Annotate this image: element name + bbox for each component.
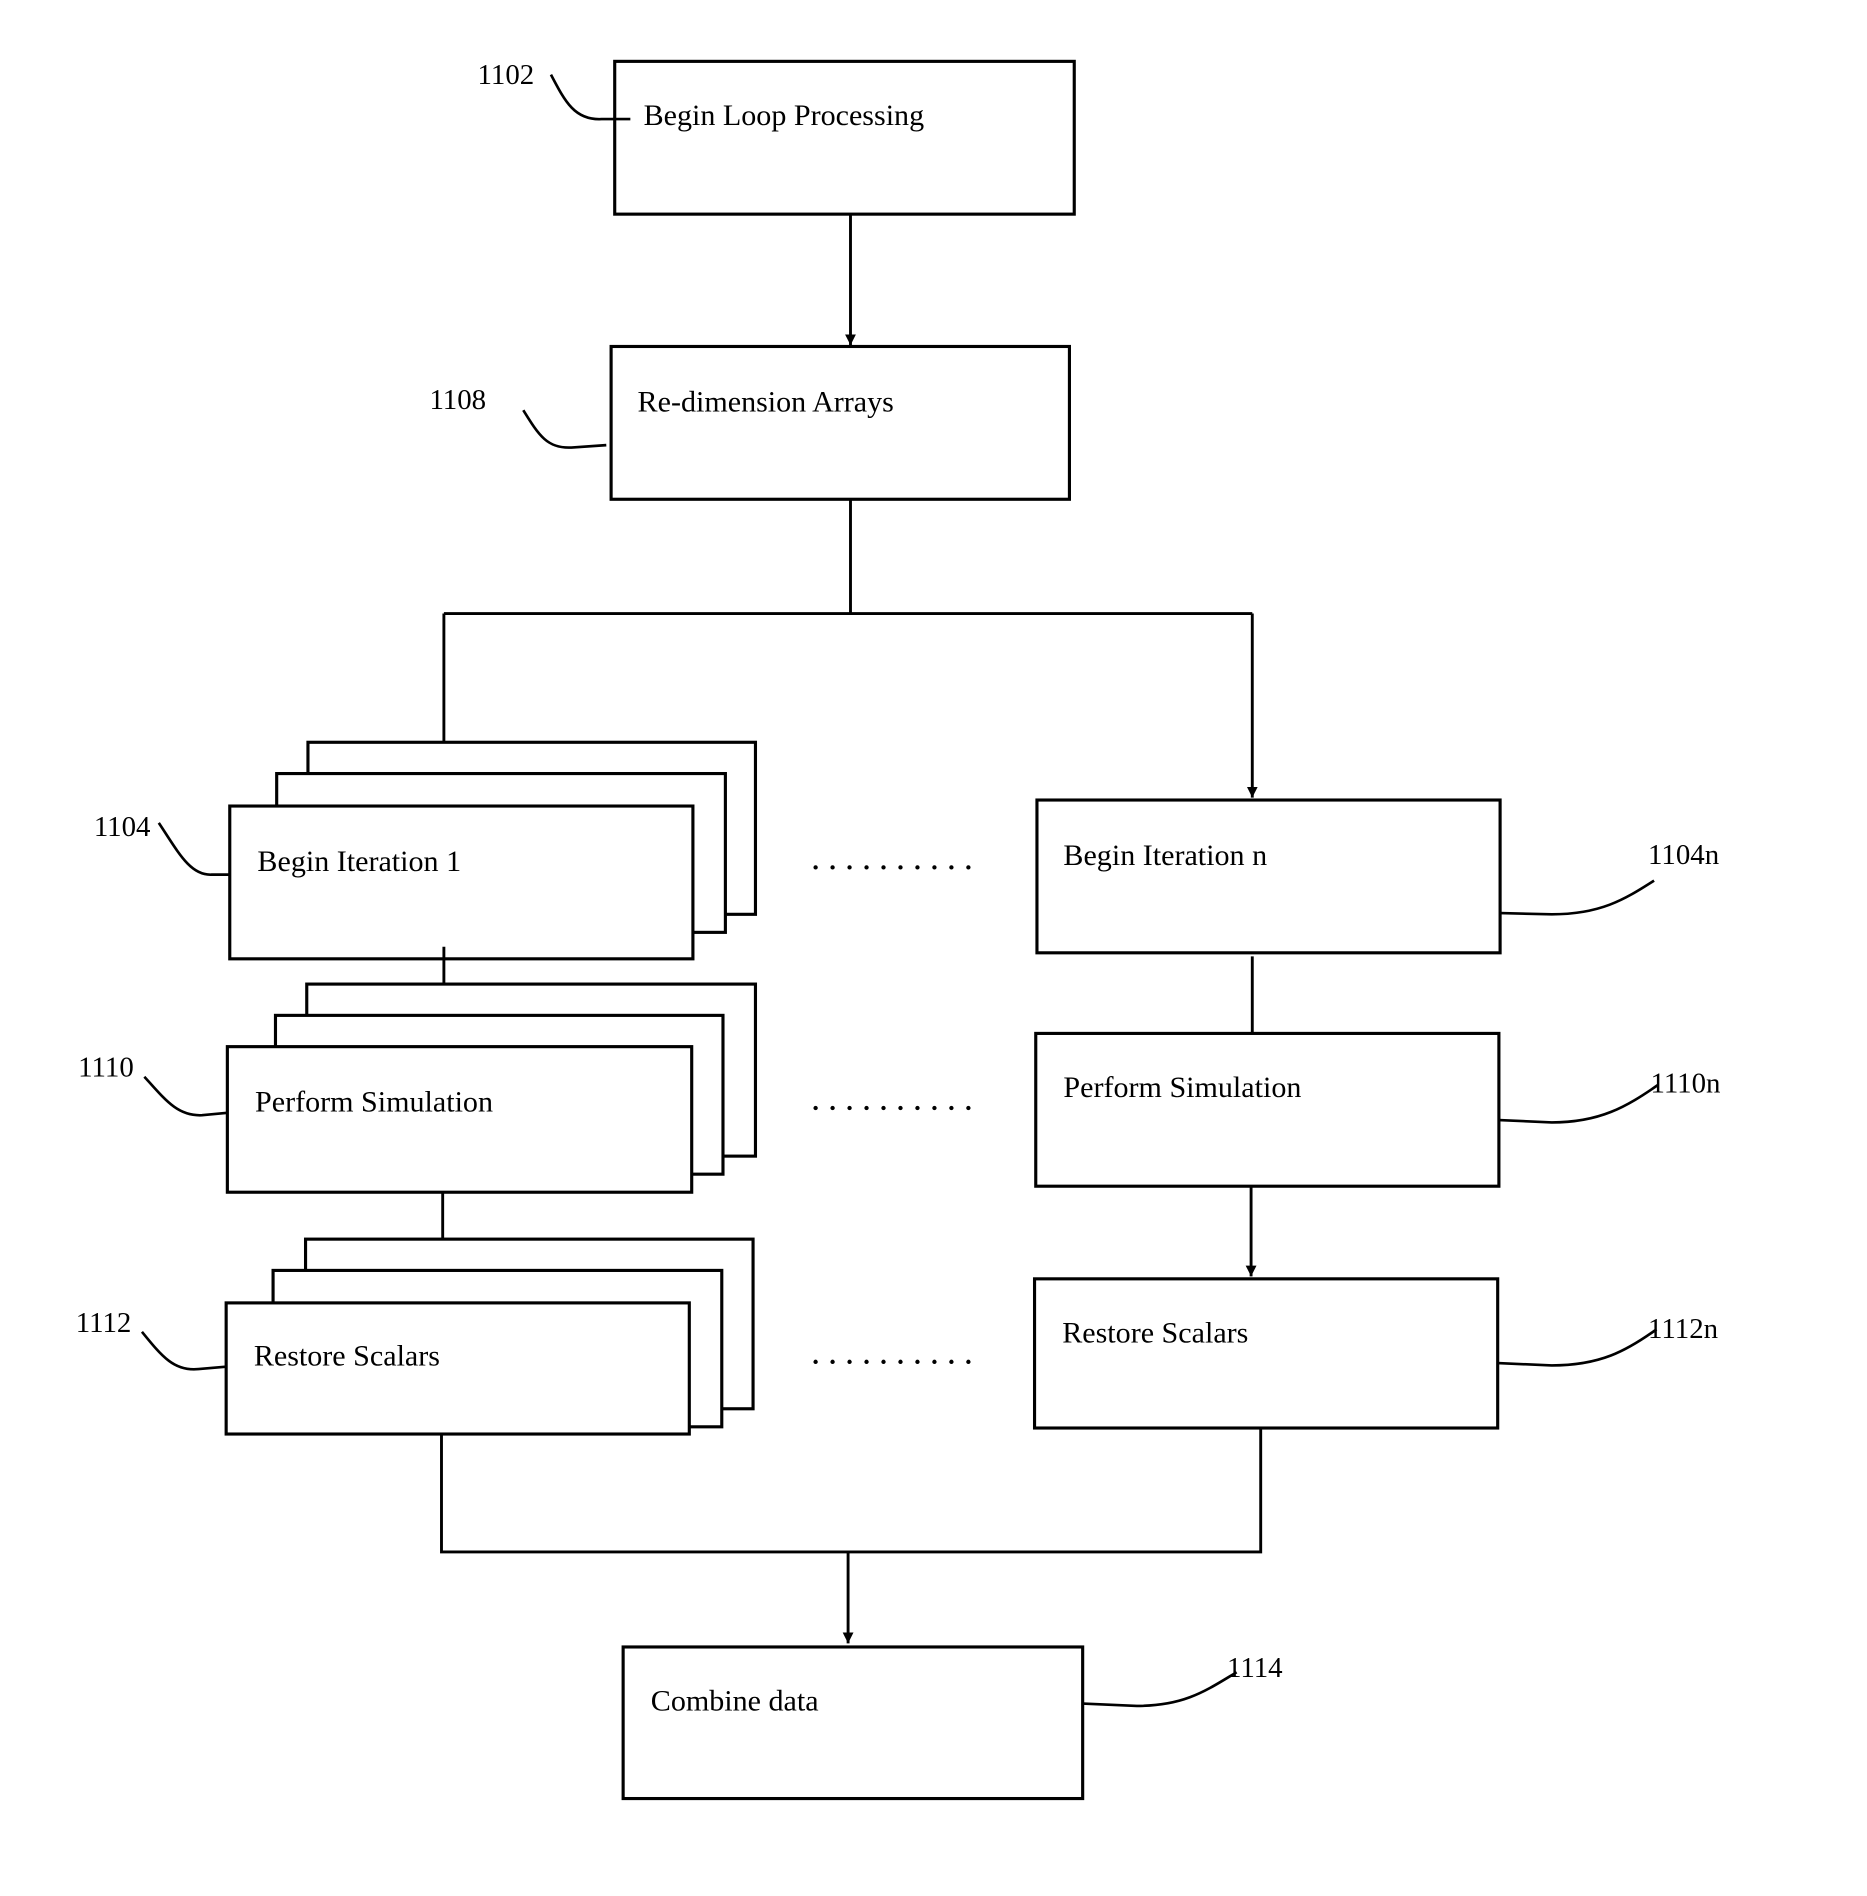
ellipsis-dot <box>813 865 818 870</box>
node-combine-box <box>621 1645 1085 1801</box>
ref-label-1102: 1102 <box>478 59 535 91</box>
ellipsis-dot <box>915 865 920 870</box>
ellipsis-dot <box>881 865 886 870</box>
leader-1112 <box>140 1330 227 1371</box>
node-combine-label: Combine data <box>651 1684 819 1718</box>
ellipsis-dot <box>813 1105 818 1111</box>
node-combine: Combine data <box>621 1645 1085 1801</box>
ref-label-1114: 1114 <box>1227 1652 1283 1684</box>
ellipsis-dot <box>966 1105 971 1111</box>
ellipsis-dot <box>966 1359 971 1365</box>
ellipsis-dot <box>932 865 937 870</box>
node-perform-sim-1-stack: Perform Simulation <box>225 982 758 1194</box>
ellipsis-dot <box>949 865 954 870</box>
ellipsis-dot <box>966 865 971 870</box>
ref-label-1110n: 1110n <box>1650 1067 1720 1099</box>
node-perform-sim-1-box <box>225 1045 694 1194</box>
ellipsis-dot <box>932 1359 937 1365</box>
ellipsis-group <box>813 865 971 1365</box>
ref-label-1108: 1108 <box>429 384 486 416</box>
ellipsis-dot <box>864 1105 869 1111</box>
node-restore-1-label: Restore Scalars <box>254 1338 440 1372</box>
node-perform-sim-n-box <box>1034 1031 1501 1188</box>
ellipsis-dot <box>847 1105 852 1111</box>
leader-1104 <box>157 822 230 876</box>
ellipsis-dot <box>898 865 903 870</box>
node-perform-sim-1-label: Perform Simulation <box>255 1085 493 1119</box>
leader-1110n <box>1498 1084 1659 1124</box>
node-begin-iter-n: Begin Iteration n <box>1035 798 1502 955</box>
leader-1114 <box>1082 1671 1238 1708</box>
node-restore-1-stack: Restore Scalars <box>224 1237 755 1436</box>
node-perform-sim-n: Perform Simulation <box>1034 1031 1501 1188</box>
node-redimension: Re-dimension Arrays <box>609 344 1071 501</box>
ellipsis-dot <box>915 1105 920 1111</box>
node-begin-loop-label: Begin Loop Processing <box>644 98 925 132</box>
node-redimension-box <box>609 344 1071 501</box>
edge-merge-bar <box>440 1428 1263 1554</box>
node-restore-n-box <box>1032 1277 1500 1430</box>
leader-1112n <box>1497 1328 1658 1367</box>
ellipsis-dot <box>898 1359 903 1365</box>
node-restore-n: Restore Scalars <box>1032 1277 1500 1430</box>
node-begin-loop: Begin Loop Processing <box>613 59 1076 216</box>
ref-label-1110: 1110 <box>78 1052 134 1084</box>
node-begin-iter-1-label: Begin Iteration 1 <box>257 844 461 878</box>
ellipsis-dot <box>847 1359 852 1365</box>
node-restore-n-label: Restore Scalars <box>1062 1316 1248 1350</box>
ellipsis-dot <box>864 865 869 870</box>
leader-1108 <box>522 409 607 449</box>
ellipsis-dot <box>949 1105 954 1111</box>
ellipsis-dot <box>949 1359 954 1365</box>
ellipsis-dot <box>932 1105 937 1111</box>
ellipsis-dot <box>864 1359 869 1365</box>
ref-label-1112n: 1112n <box>1648 1313 1718 1345</box>
ellipsis-dot <box>813 1359 818 1365</box>
ref-label-1104n: 1104n <box>1648 839 1719 871</box>
ellipsis-dot <box>830 1359 835 1365</box>
ellipsis-dot <box>881 1359 886 1365</box>
node-begin-iter-1-box <box>228 804 695 961</box>
node-begin-loop-box <box>613 59 1076 216</box>
node-begin-iter-1-stack: Begin Iteration 1 <box>228 740 758 961</box>
node-perform-sim-n-label: Perform Simulation <box>1063 1070 1301 1104</box>
ref-label-1112: 1112 <box>76 1307 132 1339</box>
ref-label-1104: 1104 <box>94 811 151 843</box>
ellipsis-dot <box>830 1105 835 1111</box>
flowchart-canvas: Begin Loop Processing 1102 Re-dimension … <box>76 59 1720 1801</box>
node-begin-iter-n-box <box>1035 798 1502 955</box>
ellipsis-dot <box>830 865 835 870</box>
ellipsis-dot <box>881 1105 886 1111</box>
ellipsis-dot <box>898 1105 903 1111</box>
leader-1104n <box>1500 879 1655 916</box>
leader-1110 <box>143 1075 228 1117</box>
node-begin-iter-n-label: Begin Iteration n <box>1063 838 1267 872</box>
node-redimension-label: Re-dimension Arrays <box>638 384 894 418</box>
ellipsis-dot <box>915 1359 920 1365</box>
ellipsis-dot <box>847 865 852 870</box>
